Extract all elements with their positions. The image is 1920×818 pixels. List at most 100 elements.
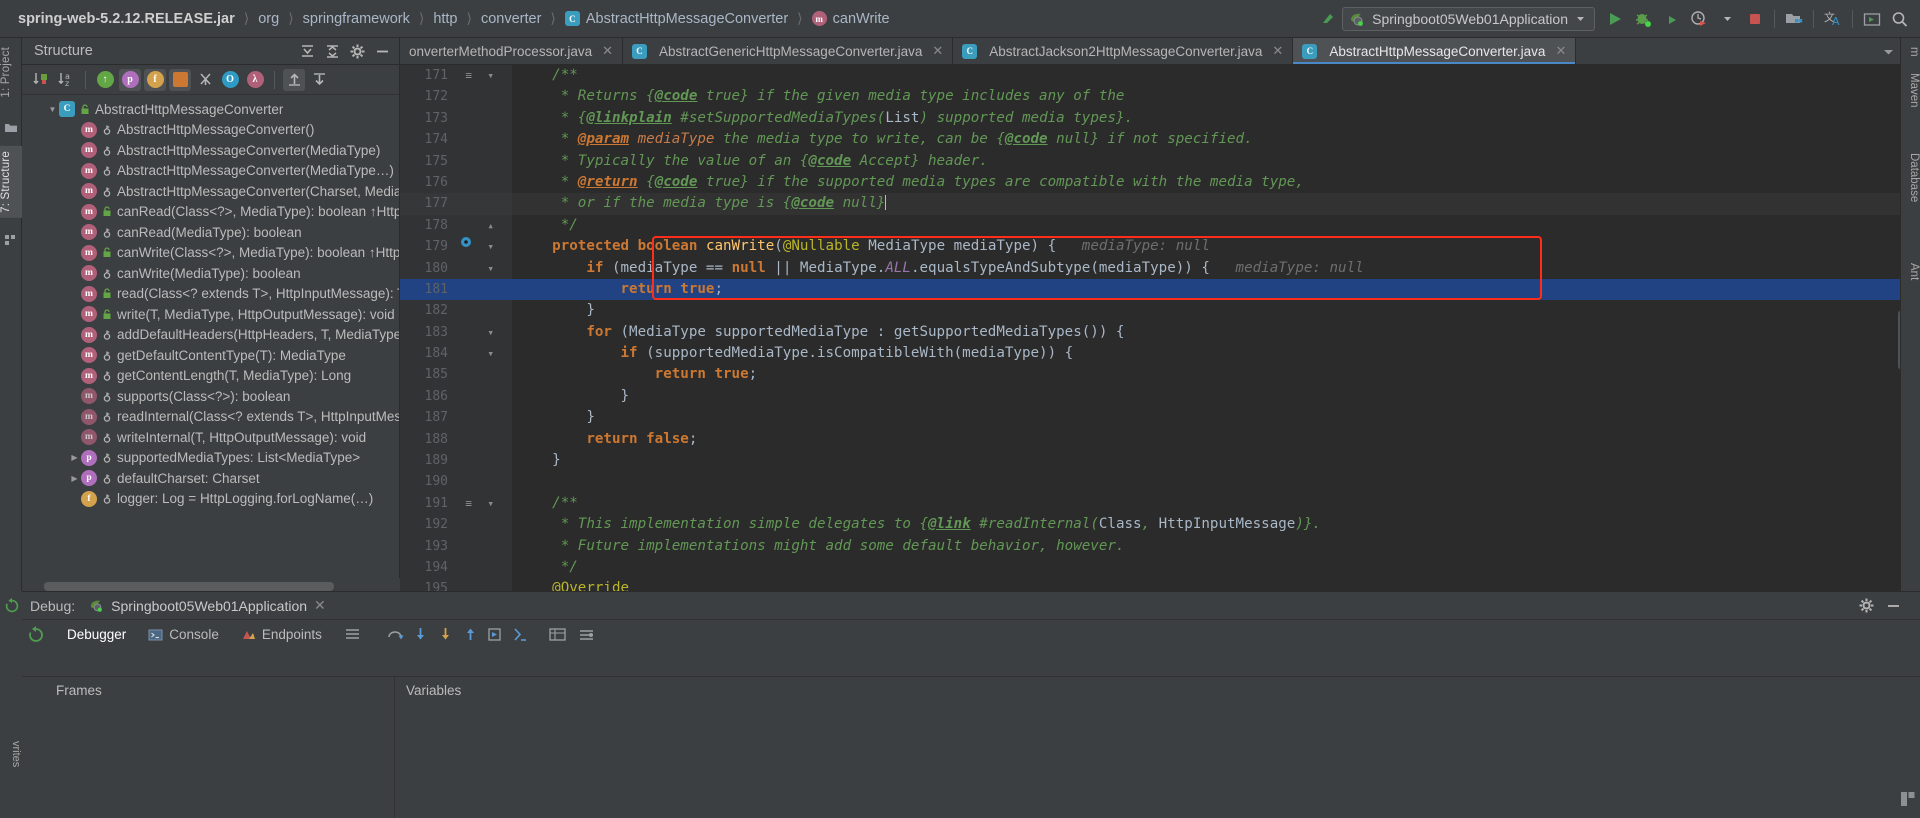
tree-item[interactable]: m getContentLength(T, MediaType): Long: [22, 366, 399, 387]
close-icon[interactable]: ✕: [1555, 43, 1566, 59]
code-line[interactable]: * @param mediaType the media type to wri…: [512, 129, 1920, 150]
expand-all-icon[interactable]: [296, 40, 318, 62]
tree-item[interactable]: m canRead(MediaType): boolean: [22, 222, 399, 243]
code-line[interactable]: return true;: [512, 278, 1920, 301]
layout-icon[interactable]: [333, 620, 372, 650]
tree-item[interactable]: m AbstractHttpMessageConverter(Charset, M…: [22, 181, 399, 202]
close-icon[interactable]: ✕: [1272, 43, 1283, 59]
fold-marker-icon[interactable]: ▾: [487, 343, 494, 364]
tree-item[interactable]: m read(Class<? extends T>, HttpInputMessa…: [22, 284, 399, 305]
code-line[interactable]: }: [512, 386, 1920, 407]
gutter-line[interactable]: 191 ≡ ▾: [400, 493, 512, 514]
fold-marker-icon[interactable]: ▾: [487, 65, 494, 86]
terminal-button[interactable]: [1858, 6, 1886, 32]
breadcrumb-item-org[interactable]: org: [258, 11, 279, 27]
tree-item[interactable]: m AbstractHttpMessageConverter(MediaType): [22, 140, 399, 161]
step-over-icon[interactable]: [386, 626, 405, 643]
code-line[interactable]: /**: [512, 65, 1920, 86]
rerun-icon[interactable]: [3, 597, 21, 615]
gutter-line[interactable]: 176: [400, 172, 512, 193]
editor-tab-abstract-http-message-converter[interactable]: C AbstractHttpMessageConverter.java ✕: [1293, 38, 1577, 64]
sidebar-item-favorites[interactable]: vrites: [0, 741, 22, 767]
tab-list-chevron-icon[interactable]: [1882, 45, 1895, 58]
breakpoint-method-icon[interactable]: [460, 236, 472, 248]
breadcrumb-item-http[interactable]: http: [433, 11, 457, 27]
gutter-line[interactable]: 188: [400, 429, 512, 450]
sidebar-item-ant[interactable]: Ant: [1900, 258, 1920, 285]
code-line[interactable]: * @return {@code true} if the supported …: [512, 172, 1920, 193]
show-lambdas-icon[interactable]: λ: [244, 69, 266, 91]
code-line[interactable]: /**: [512, 493, 1920, 514]
gutter-line[interactable]: 178 ▴: [400, 215, 512, 236]
editor-tab-abstract-jackson2[interactable]: C AbstractJackson2HttpMessageConverter.j…: [953, 38, 1294, 64]
code-line[interactable]: * This implementation simple delegates t…: [512, 514, 1920, 535]
debug-session-tab[interactable]: Springboot05Web01Application ✕: [89, 597, 326, 614]
code-line[interactable]: }: [512, 450, 1920, 471]
show-anonymous-icon[interactable]: [194, 69, 216, 91]
sidebar-item-database[interactable]: Database: [1900, 148, 1920, 207]
code-line[interactable]: protected boolean canWrite(@Nullable Med…: [512, 236, 1920, 257]
code-line[interactable]: }: [512, 300, 1920, 321]
sidebar-item-project[interactable]: 1: Project: [0, 42, 22, 103]
gutter-line[interactable]: 177: [400, 193, 512, 215]
structure-tree[interactable]: ▼ C AbstractHttpMessageConverter m Abstra…: [22, 96, 399, 577]
settings-icon[interactable]: [577, 626, 596, 643]
code-line[interactable]: [512, 471, 1920, 492]
gutter-line[interactable]: 171 ≡ ▾: [400, 65, 512, 86]
code-line[interactable]: if (mediaType == null || MediaType.ALL.e…: [512, 258, 1920, 279]
code-line[interactable]: * Typically the value of an {@code Accep…: [512, 151, 1920, 172]
close-icon[interactable]: ✕: [932, 43, 943, 59]
gutter-line[interactable]: 185: [400, 364, 512, 385]
code-viewport[interactable]: 171 ≡ ▾ 172 173 174 175 176 177 178 ▴ 179 ▾ 180 ▾ 181 18…: [400, 65, 1920, 596]
tree-item[interactable]: m readInternal(Class<? extends T>, HttpIn…: [22, 407, 399, 428]
gutter-line[interactable]: 172: [400, 86, 512, 107]
rerun-icon[interactable]: [26, 625, 46, 645]
sidebar-item-structure[interactable]: 7: Structure: [0, 146, 22, 218]
chevron-down-icon[interactable]: ▼: [46, 105, 59, 114]
code-line[interactable]: @Override: [512, 578, 1920, 591]
code-line[interactable]: * Returns {@code true} if the given medi…: [512, 86, 1920, 107]
step-into-icon[interactable]: [411, 626, 430, 643]
hide-panel-icon[interactable]: [371, 40, 393, 62]
collapse-all-tree-icon[interactable]: [308, 69, 330, 91]
profiler-button[interactable]: [1685, 6, 1713, 32]
gutter-line[interactable]: 190: [400, 471, 512, 492]
tree-item[interactable]: m writeInternal(T, HttpOutputMessage): vo…: [22, 427, 399, 448]
evaluate-expression-icon[interactable]: [511, 626, 530, 643]
gutter-line[interactable]: 182: [400, 300, 512, 321]
gutter-line[interactable]: 192: [400, 514, 512, 535]
run-to-cursor-icon[interactable]: [486, 626, 505, 643]
tree-item[interactable]: m write(T, MediaType, HttpOutputMessage):…: [22, 304, 399, 325]
fold-marker-icon[interactable]: ▾: [487, 322, 494, 343]
code-line[interactable]: for (MediaType supportedMediaType : getS…: [512, 322, 1920, 343]
tab-console[interactable]: Console: [137, 620, 230, 650]
sidebar-item-maven[interactable]: Maven: [1900, 68, 1920, 113]
tree-item[interactable]: f logger: Log = HttpLogging.forLogName(…): [22, 489, 399, 510]
code-lines[interactable]: /** * Returns {@code true} if the given …: [512, 65, 1920, 591]
code-line[interactable]: */: [512, 215, 1920, 236]
gutter-line[interactable]: 175: [400, 151, 512, 172]
sort-by-visibility-icon[interactable]: [30, 69, 52, 91]
gutter-line[interactable]: 174: [400, 129, 512, 150]
minimize-icon[interactable]: [1885, 597, 1902, 614]
run-coverage-button[interactable]: [1657, 6, 1685, 32]
editor-tab-abstract-generic[interactable]: C AbstractGenericHttpMessageConverter.ja…: [623, 38, 954, 64]
tab-endpoints[interactable]: Endpoints: [230, 620, 333, 650]
gutter-line[interactable]: 173: [400, 108, 512, 129]
layout-settings-icon[interactable]: [1899, 790, 1917, 808]
profiler-dropdown-icon[interactable]: [1713, 6, 1741, 32]
tree-item[interactable]: m getDefaultContentType(T): MediaType: [22, 345, 399, 366]
show-fields-icon[interactable]: f: [144, 68, 166, 91]
chevron-right-icon[interactable]: ▶: [68, 453, 81, 462]
chevron-down-icon[interactable]: [1575, 13, 1586, 24]
project-structure-button[interactable]: [1780, 6, 1808, 32]
tree-item[interactable]: m AbstractHttpMessageConverter(): [22, 120, 399, 141]
gutter-line[interactable]: 180 ▾: [400, 258, 512, 279]
search-everywhere-button[interactable]: [1886, 6, 1914, 32]
gutter-line[interactable]: 179 ▾: [400, 236, 512, 257]
gutter-line[interactable]: 181: [400, 278, 512, 301]
sort-alphabetically-icon[interactable]: az: [55, 69, 77, 91]
expand-all-tree-icon[interactable]: [283, 68, 305, 91]
watches-icon[interactable]: [548, 626, 567, 643]
translate-button[interactable]: 文 A: [1819, 6, 1847, 32]
